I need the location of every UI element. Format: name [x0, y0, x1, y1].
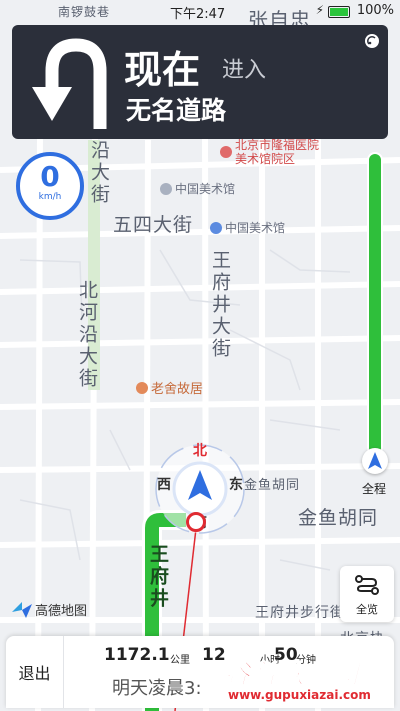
overview-label: 全览: [356, 603, 378, 616]
poi-museum-1[interactable]: 中国美术馆: [160, 180, 235, 197]
map-label-route-road: 王府井: [147, 544, 169, 610]
watermark-url: www.gupuxiazai.com: [228, 688, 371, 702]
map-label-jinyu-large: 金鱼胡同: [298, 507, 379, 529]
poi-hospital[interactable]: 北京市隆福医院美术馆院区: [220, 138, 330, 166]
amap-logo-icon: [12, 601, 32, 618]
speedometer: 0 km/h: [16, 152, 84, 220]
nav-road-name: 无名道路: [126, 96, 227, 125]
poi-museum-2[interactable]: 中国美术馆: [210, 219, 285, 236]
progress-label: 全程: [362, 482, 387, 496]
compass-east: 东: [229, 477, 243, 493]
charging-icon: ⚡: [315, 3, 324, 17]
amap-logo: 高德地图: [12, 600, 87, 619]
nav-timing-label: 现在: [124, 48, 201, 92]
map-label-beihe: 北河沿大街: [76, 280, 98, 390]
compass-north: 北: [193, 443, 207, 459]
navigation-arrow-icon: [368, 452, 382, 469]
nav-action-label: 进入: [222, 58, 267, 83]
u-turn-left-icon: [32, 38, 107, 129]
arrival-time: 明天凌晨3:: [112, 678, 202, 699]
poi-laoshe-label: 老舍故居: [151, 382, 204, 397]
watermark-title: 谷普软件园: [223, 660, 360, 691]
speed-unit: km/h: [38, 192, 62, 202]
subway-icon: [210, 221, 222, 234]
compass-west: 西: [157, 477, 171, 493]
watermark: 谷普软件园 www.gupuxiazai.com: [218, 652, 396, 708]
hospital-icon: [220, 146, 232, 158]
progress-car-marker: [362, 448, 388, 474]
status-bar: 下午2:47 ⚡ 100%: [0, 0, 400, 24]
map-label-wangfujing: 王府井大街: [209, 250, 231, 360]
turn-point-marker: [186, 512, 206, 532]
speed-value: 0: [40, 160, 60, 193]
poi-hospital-label: 北京市隆福医院美术馆院区: [235, 138, 320, 166]
poi-museum-2-label: 中国美术馆: [225, 221, 286, 235]
poi-laoshe[interactable]: 老舍故居: [136, 378, 203, 397]
battery-icon: [328, 6, 350, 18]
remaining-distance: 1172.1: [104, 645, 170, 665]
map-label-pedestrian: 王府井步行街: [255, 605, 345, 621]
exit-button[interactable]: 退出: [6, 636, 64, 708]
map-label-yanda: 沿大街: [88, 140, 110, 206]
poi-museum-1-label: 中国美术馆: [175, 182, 236, 196]
museum-icon: [160, 182, 172, 195]
overview-button[interactable]: 全览: [340, 566, 394, 622]
map-label-wusi: 五四大街: [113, 214, 194, 236]
navigation-banner[interactable]: 现在 进入 无名道路: [12, 25, 388, 139]
remaining-distance-unit: 公里: [170, 655, 190, 666]
attraction-icon: [136, 381, 148, 394]
route-overview-icon: [355, 575, 379, 595]
logo-text: 高德地图: [35, 604, 88, 619]
voice-icon[interactable]: [364, 33, 380, 49]
battery-percent: 100%: [356, 3, 394, 18]
status-time: 下午2:47: [170, 7, 226, 22]
route-progress-bar: [367, 152, 383, 456]
